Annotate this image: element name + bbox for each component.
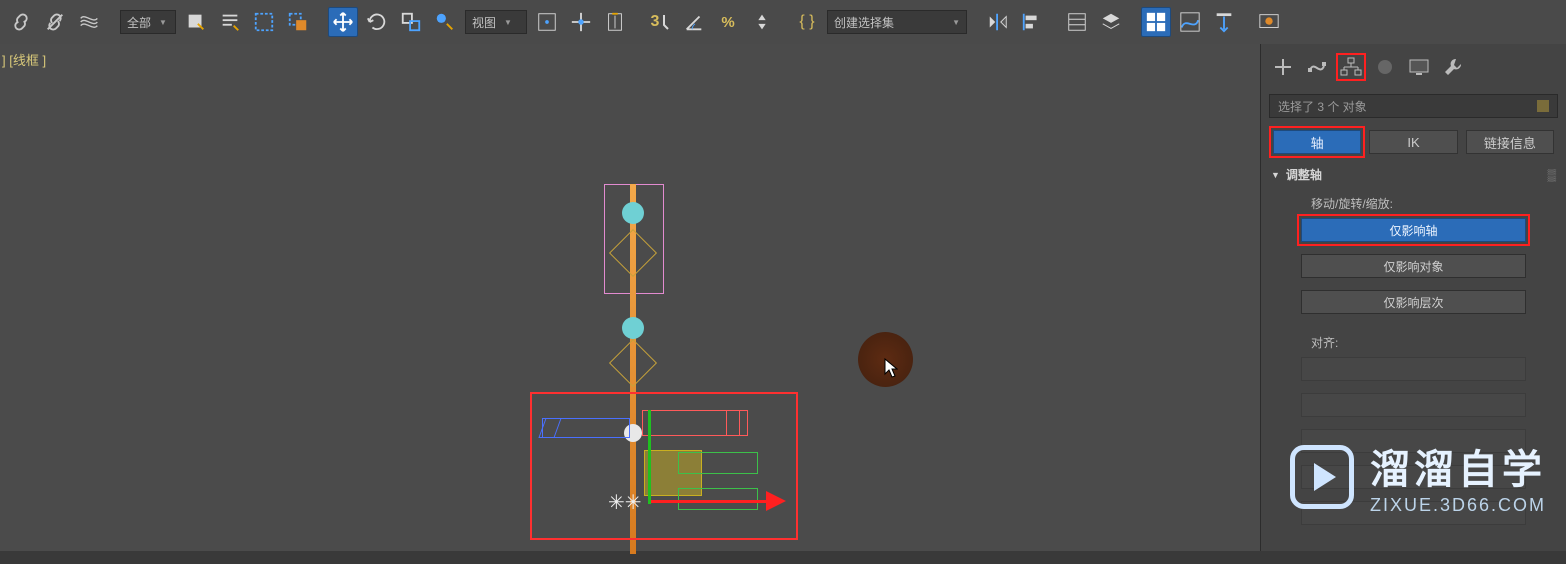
reference-coord-label: 视图	[472, 14, 496, 31]
edit-named-sets-icon[interactable]: { }	[792, 7, 822, 37]
bone-diamond	[609, 339, 657, 387]
bone-wire	[726, 410, 748, 436]
align-button-disabled	[1301, 393, 1526, 417]
material-editor-icon[interactable]	[1209, 7, 1239, 37]
ik-button[interactable]: IK	[1369, 130, 1457, 154]
create-tab-icon[interactable]	[1269, 54, 1297, 80]
selection-filter-label: 全部	[127, 14, 151, 31]
separator	[318, 8, 323, 36]
placement-icon[interactable]	[430, 7, 460, 37]
separator	[782, 8, 787, 36]
schematic-view-icon[interactable]	[1175, 7, 1205, 37]
rotate-icon[interactable]	[362, 7, 392, 37]
affect-hierarchy-only-button[interactable]: 仅影响层次	[1301, 290, 1526, 314]
bind-space-warp-icon[interactable]	[74, 7, 104, 37]
separator	[635, 8, 640, 36]
affect-hierarchy-only-label: 仅影响层次	[1383, 294, 1443, 311]
rectangular-selection-icon[interactable]	[249, 7, 279, 37]
use-pivot-icon[interactable]	[532, 7, 562, 37]
bone-wire	[678, 452, 758, 474]
separator	[1052, 8, 1057, 36]
render-setup-icon[interactable]	[1254, 7, 1284, 37]
display-tab-icon[interactable]	[1405, 54, 1433, 80]
percent-snap-icon[interactable]: %	[713, 7, 743, 37]
separator	[1244, 8, 1249, 36]
chevron-down-icon: ▼	[159, 18, 167, 27]
bone-wire	[678, 488, 758, 510]
link-info-button[interactable]: 链接信息	[1466, 130, 1554, 154]
separator	[109, 8, 114, 36]
bone-joint	[622, 202, 644, 224]
separator	[1131, 8, 1136, 36]
command-panel-tabs	[1261, 44, 1566, 90]
mirror-icon[interactable]	[983, 7, 1013, 37]
align-button-disabled	[1301, 429, 1526, 453]
named-set-label: 创建选择集	[834, 14, 894, 31]
unlink-icon[interactable]	[40, 7, 70, 37]
drag-handle-icon: ▒	[1547, 168, 1556, 182]
pivot-button[interactable]: 轴	[1273, 130, 1361, 154]
curve-editor-icon[interactable]	[1141, 7, 1171, 37]
hierarchy-category-row: 轴 IK 链接信息	[1261, 122, 1566, 162]
align-button-disabled	[1301, 501, 1526, 525]
pivot-button-label: 轴	[1311, 133, 1324, 152]
chevron-down-icon: ▼	[952, 18, 960, 27]
selection-filter-dropdown[interactable]: 全部 ▼	[120, 10, 176, 34]
angle-snap-icon[interactable]	[679, 7, 709, 37]
align-button-disabled	[1301, 465, 1526, 489]
ik-button-label: IK	[1407, 135, 1419, 150]
adjust-pivot-title: 调整轴	[1286, 166, 1322, 183]
gizmo-x-axis	[650, 500, 768, 503]
command-panel: 选择了 3 个 对象 轴 IK 链接信息 ▼ 调整轴 ▒ 移动/旋转/缩放: 仅…	[1260, 44, 1566, 551]
chevron-down-icon: ▼	[504, 18, 512, 27]
affect-object-only-button[interactable]: 仅影响对象	[1301, 254, 1526, 278]
collapse-icon: ▼	[1271, 170, 1280, 180]
use-center-icon[interactable]	[566, 7, 596, 37]
move-icon[interactable]	[328, 7, 358, 37]
named-selection-set-dropdown[interactable]: 创建选择集 ▼	[827, 10, 967, 34]
manipulate-icon[interactable]	[600, 7, 630, 37]
hierarchy-tab-icon[interactable]	[1337, 54, 1365, 80]
motion-tab-icon[interactable]	[1371, 54, 1399, 80]
align-label: 对齐:	[1261, 334, 1566, 351]
viewport-label: ] [线框 ]	[2, 50, 46, 69]
main-toolbar: 全部 ▼ 视图 ▼ 3 %	[0, 0, 1566, 44]
utilities-tab-icon[interactable]	[1439, 54, 1467, 80]
bone-joint	[622, 317, 644, 339]
affect-pivot-only-label: 仅影响轴	[1389, 222, 1437, 239]
select-by-name-icon[interactable]	[215, 7, 245, 37]
scene-content: ✳✳	[530, 184, 840, 564]
link-info-button-label: 链接信息	[1484, 133, 1536, 152]
affect-pivot-only-button[interactable]: 仅影响轴	[1301, 218, 1526, 242]
move-rotate-scale-label: 移动/旋转/缩放:	[1261, 195, 1566, 212]
align-button-disabled	[1301, 357, 1526, 381]
gizmo-x-arrow	[766, 491, 786, 511]
adjust-pivot-rollout-header[interactable]: ▼ 调整轴 ▒	[1261, 162, 1566, 187]
cursor-highlight	[858, 332, 913, 387]
modify-tab-icon[interactable]	[1303, 54, 1331, 80]
gizmo-y-axis	[648, 410, 651, 504]
toggle-ribbon-icon[interactable]	[1096, 7, 1126, 37]
color-swatch[interactable]	[1537, 100, 1549, 112]
select-object-icon[interactable]	[181, 7, 211, 37]
scale-icon[interactable]	[396, 7, 426, 37]
separator	[973, 8, 978, 36]
link-icon[interactable]	[6, 7, 36, 37]
effector-icon: ✳✳	[608, 490, 642, 515]
layer-explorer-icon[interactable]	[1062, 7, 1092, 37]
snap-3-icon[interactable]: 3	[645, 7, 675, 37]
affect-object-only-label: 仅影响对象	[1383, 258, 1443, 275]
window-crossing-icon[interactable]	[283, 7, 313, 37]
selection-info-field[interactable]: 选择了 3 个 对象	[1269, 94, 1558, 118]
reference-coord-dropdown[interactable]: 视图 ▼	[465, 10, 527, 34]
align-icon[interactable]	[1017, 7, 1047, 37]
viewport[interactable]: ] [线框 ] ✳✳	[0, 44, 1260, 551]
selection-info-text: 选择了 3 个 对象	[1278, 98, 1367, 115]
spinner-snap-icon[interactable]	[747, 7, 777, 37]
